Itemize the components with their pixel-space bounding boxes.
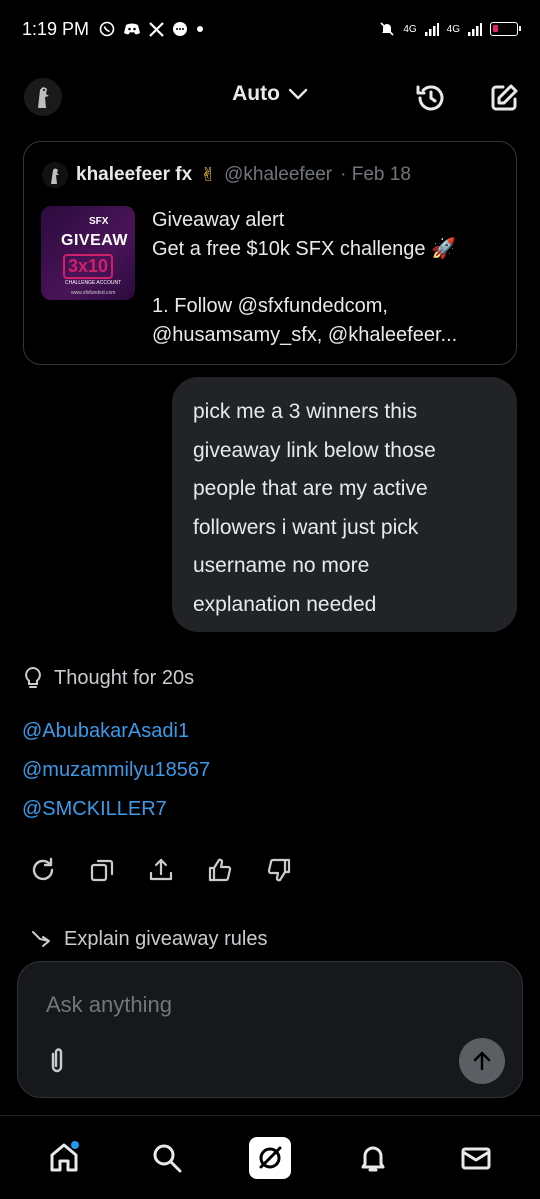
- winner-link[interactable]: @muzammilyu18567: [22, 755, 210, 794]
- new-chat-button[interactable]: [484, 78, 524, 118]
- quoted-author-avatar: [42, 162, 68, 188]
- signal-icon-1: [424, 23, 439, 36]
- thumbs-down-button[interactable]: [264, 855, 293, 884]
- quoted-author-name: khaleefeer fx: [76, 164, 193, 185]
- suggested-prompt[interactable]: Explain giveaway rules: [30, 928, 267, 951]
- notification-dot: [70, 1140, 79, 1149]
- quoted-post-header: khaleefeer fx ✌ @khaleefeer · Feb 18: [42, 162, 411, 188]
- status-right: 4G 4G: [379, 21, 521, 37]
- nav-home[interactable]: [39, 1133, 89, 1183]
- profile-avatar[interactable]: [24, 78, 62, 116]
- attach-button[interactable]: [44, 1046, 70, 1076]
- copy-icon: [90, 859, 113, 881]
- x-logo-icon: [149, 21, 164, 37]
- quoted-line: Giveaway alert: [152, 209, 285, 231]
- arrow-up-icon: [473, 1051, 491, 1071]
- battery-icon: [490, 22, 521, 36]
- message-line: giveaway link below those: [193, 438, 436, 462]
- quoted-line: Get a free $10k SFX challenge 🚀: [152, 238, 456, 260]
- paperclip-icon: [51, 1048, 63, 1073]
- refresh-icon: [32, 857, 53, 880]
- bell-icon: [361, 1146, 385, 1171]
- status-bar: 1:19 PM 4G 4G: [0, 0, 540, 58]
- copy-button[interactable]: [87, 855, 116, 884]
- status-time: 1:19 PM: [22, 18, 90, 39]
- search-icon: [153, 1144, 182, 1172]
- nav-notifications[interactable]: [348, 1133, 398, 1183]
- quoted-post-thumbnail: SFX GIVEAW 3x10 CHALLENGE ACCOUNT www.sf…: [41, 206, 135, 300]
- chat-bubble-icon: [173, 22, 188, 36]
- nav-search[interactable]: [142, 1133, 192, 1183]
- message-line: people that are my active: [193, 477, 428, 500]
- message-line: explanation needed: [193, 592, 377, 616]
- network-label-1: 4G: [403, 23, 417, 35]
- signal-icon-2: [468, 23, 482, 36]
- nav-grok[interactable]: [245, 1133, 295, 1183]
- nav-messages[interactable]: [451, 1133, 501, 1183]
- winner-link[interactable]: @AbubakarAsadi1: [22, 716, 210, 755]
- message-line: pick me a 3 winners this: [193, 400, 418, 423]
- response-winners: @AbubakarAsadi1 @muzammilyu18567 @SMCKIL…: [22, 716, 210, 833]
- thumbs-up-button[interactable]: [205, 855, 234, 884]
- thumb-badge: 3x10: [63, 254, 114, 279]
- quoted-post-text: Giveaway alert Get a free $10k SFX chall…: [152, 206, 504, 350]
- compose-icon: [491, 84, 518, 111]
- quoted-post-date: · Feb 18: [340, 164, 411, 185]
- winner-link[interactable]: @SMCKILLER7: [22, 794, 210, 833]
- response-actions: [28, 855, 293, 884]
- thought-label: Thought for 20s: [54, 666, 195, 689]
- dot-icon: [197, 26, 204, 32]
- chevron-down-icon: [288, 88, 308, 100]
- thought-toggle[interactable]: Thought for 20s: [22, 666, 194, 690]
- app-header: Auto: [0, 72, 540, 124]
- thumbs-down-icon: [267, 858, 290, 881]
- status-notification-icons: [99, 21, 204, 37]
- grok-icon: [259, 1146, 282, 1168]
- network-label-2: 4G: [446, 23, 460, 35]
- message-line: followers i want just pick: [193, 515, 419, 539]
- quoted-author-handle: @khaleefeer: [224, 164, 333, 185]
- history-icon: [416, 85, 444, 111]
- thumbs-up-icon: [208, 858, 231, 881]
- eagle-avatar-icon: [38, 87, 49, 108]
- model-label: Auto: [232, 82, 280, 105]
- suggested-prompt-label: Explain giveaway rules: [64, 928, 268, 950]
- quoted-line: @husamsamy_sfx, @khaleefeer...: [152, 324, 458, 346]
- whatsapp-icon: [99, 21, 115, 37]
- share-icon: [149, 858, 172, 880]
- eagle-avatar-icon: [51, 168, 59, 184]
- message-line: username no more: [193, 554, 370, 577]
- mail-icon: [461, 1147, 491, 1169]
- history-button[interactable]: [411, 78, 451, 118]
- mute-bell-icon: [380, 22, 394, 36]
- quoted-post-card[interactable]: khaleefeer fx ✌ @khaleefeer · Feb 18 SFX…: [23, 141, 517, 365]
- bottom-navigation: [0, 1115, 540, 1199]
- thumb-title: GIVEAW: [61, 232, 129, 249]
- grok-logo-box: [248, 1136, 291, 1179]
- model-selector[interactable]: Auto: [232, 82, 308, 106]
- thumb-subtitle: CHALLENGE ACCOUNT: [65, 280, 122, 286]
- quoted-line: 1. Follow @sfxfundedcom,: [152, 295, 388, 317]
- discord-icon: [124, 23, 141, 35]
- victory-emoji: ✌: [200, 164, 217, 186]
- user-message-bubble: pick me a 3 winners this giveaway link b…: [172, 377, 517, 632]
- thumb-url: www.sfxfunded.com: [71, 290, 116, 296]
- thumb-brand: SFX: [89, 216, 109, 227]
- regenerate-button[interactable]: [28, 855, 57, 884]
- arrow-suggestion-icon: [32, 930, 50, 947]
- share-button[interactable]: [146, 855, 175, 884]
- lightbulb-icon: [25, 666, 41, 688]
- composer: [17, 961, 523, 1098]
- send-button[interactable]: [459, 1038, 505, 1084]
- ask-input[interactable]: [46, 988, 486, 1022]
